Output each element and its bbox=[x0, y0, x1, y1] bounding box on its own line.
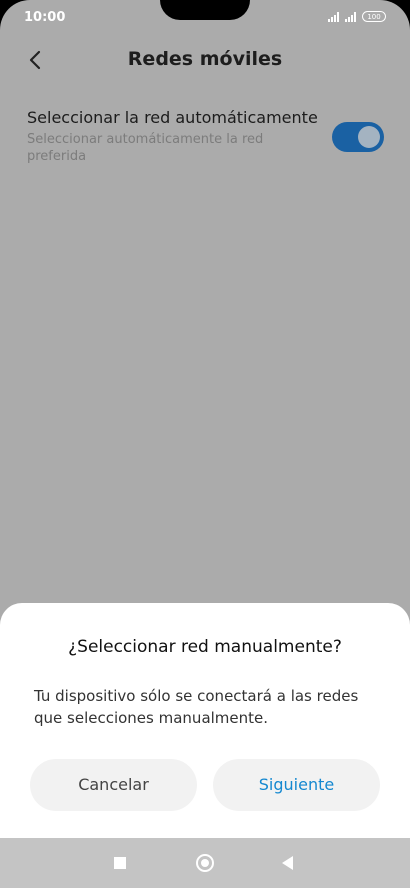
auto-network-toggle[interactable] bbox=[332, 122, 384, 152]
top-app-bar: Redes móviles bbox=[0, 40, 410, 80]
navigation-bar bbox=[0, 838, 410, 888]
signal-icon bbox=[345, 11, 356, 22]
toggle-knob bbox=[358, 126, 380, 148]
next-button[interactable]: Siguiente bbox=[213, 759, 380, 811]
dialog-title: ¿Seleccionar red manualmente? bbox=[68, 637, 342, 657]
camera-notch bbox=[160, 0, 250, 20]
cancel-button[interactable]: Cancelar bbox=[30, 759, 197, 811]
signal-icon bbox=[328, 11, 339, 22]
battery-icon: 100 bbox=[362, 11, 386, 22]
manual-network-dialog: ¿Seleccionar red manualmente? Tu disposi… bbox=[0, 603, 410, 838]
dialog-message: Tu dispositivo sólo se conectará a las r… bbox=[34, 687, 359, 727]
page-title: Redes móviles bbox=[127, 48, 283, 70]
status-time: 10:00 bbox=[24, 10, 66, 25]
setting-subtitle: Seleccionar automáticamente la red prefe… bbox=[27, 132, 264, 164]
circle-icon[interactable] bbox=[196, 854, 214, 872]
phone-screen: 10:00 100 Redes móviles Seleccionar la r… bbox=[0, 0, 410, 888]
triangle-left-icon[interactable] bbox=[282, 856, 293, 870]
setting-title: Seleccionar la red automáticamente bbox=[27, 108, 318, 127]
square-icon[interactable] bbox=[114, 857, 126, 869]
status-icons: 100 bbox=[328, 11, 386, 22]
